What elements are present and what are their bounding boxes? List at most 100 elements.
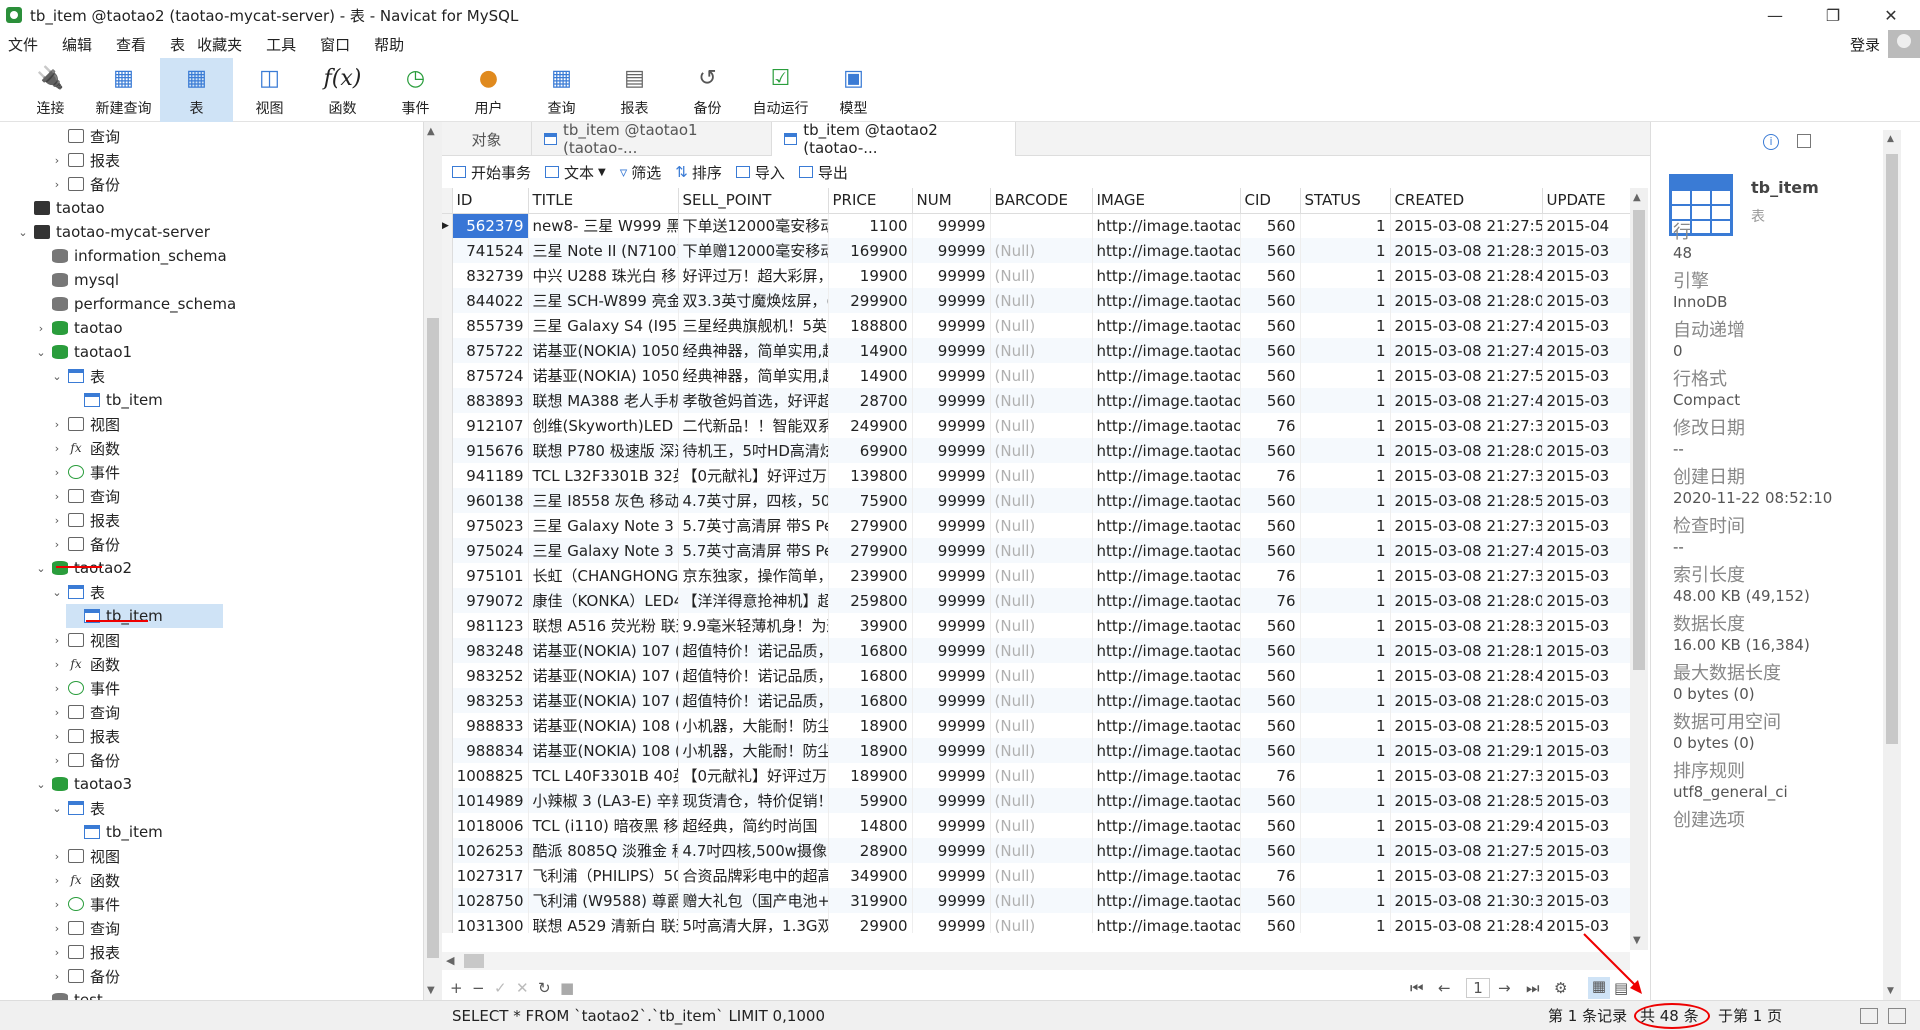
table-cell[interactable]: 16800 [828, 638, 913, 663]
table-cell[interactable]: http://image.taotao. [1092, 413, 1241, 438]
table-cell[interactable]: 飞利浦（PHILIPS）50 [528, 863, 679, 888]
table-cell[interactable]: 2015-03 [1542, 638, 1630, 663]
chevron-down-icon[interactable]: ⌄ [34, 778, 48, 791]
table-cell[interactable]: 1 [1300, 863, 1391, 888]
table-row[interactable]: 988833 诺基亚(NOKIA) 108 (I 小机器，大能耐！防尘 18900 99… [442, 713, 1630, 738]
table-cell[interactable]: 560 [1240, 388, 1301, 413]
table-cell[interactable]: http://image.taotao. [1092, 338, 1241, 363]
table-cell[interactable]: 2015-03 [1542, 238, 1630, 263]
table-cell[interactable]: 2015-03 [1542, 863, 1630, 888]
table-cell[interactable]: 99999 [912, 763, 991, 788]
page-number-input[interactable]: 1 [1466, 978, 1490, 998]
table-cell[interactable]: 1 [1300, 438, 1391, 463]
table-cell[interactable]: 5.7英寸高清屏 带S Pe [678, 513, 829, 538]
table-cell[interactable]: 小机器，大能耐！防尘 [678, 713, 829, 738]
table-cell[interactable]: 1018006 [452, 813, 529, 838]
table-cell[interactable]: 赠大礼包（国产电池+ [678, 888, 829, 913]
last-page-icon[interactable]: ⏭ [1526, 979, 1540, 997]
table-cell[interactable]: 99999 [912, 238, 991, 263]
table-cell[interactable]: 59900 [828, 788, 913, 813]
table-cell[interactable]: 2015-03 [1542, 513, 1630, 538]
table-row[interactable]: 983248 诺基亚(NOKIA) 107 (I 超值特价！诺记品质， 16800 99… [442, 638, 1630, 663]
table-cell[interactable]: 2015-03-08 21:28:30 [1390, 238, 1543, 263]
row-marker[interactable] [442, 638, 453, 663]
tree-item[interactable]: › 事件 [50, 460, 120, 484]
chevron-right-icon[interactable]: › [50, 466, 64, 479]
table-cell[interactable]: 99999 [912, 338, 991, 363]
table-cell[interactable]: 2015-03-08 21:27:35 [1390, 563, 1543, 588]
panel-scrollbar[interactable]: ▲ ▼ [1883, 130, 1901, 1000]
table-cell[interactable]: 99999 [912, 663, 991, 688]
table-cell[interactable]: 2015-03-08 21:28:44 [1390, 263, 1543, 288]
table-cell[interactable]: 1 [1300, 888, 1391, 913]
table-cell[interactable]: 2015-03-08 21:30:37 [1390, 888, 1543, 913]
row-marker[interactable] [442, 888, 453, 913]
table-cell[interactable]: 1 [1300, 788, 1391, 813]
menu-help[interactable]: 帮助 [366, 34, 416, 55]
table-cell[interactable]: http://image.taotao. [1092, 313, 1241, 338]
chevron-right-icon[interactable]: › [34, 322, 48, 335]
table-row[interactable]: 832739 中兴 U288 珠光白 移好评过万！超大彩屏， 19900 99999(… [442, 263, 1630, 288]
table-cell[interactable]: 2015-03-08 21:27:54 [1390, 213, 1543, 238]
table-cell[interactable]: 99999 [912, 888, 991, 913]
table-cell[interactable]: 99999 [912, 413, 991, 438]
table-cell[interactable]: 小机器，大能耐！防尘 [678, 738, 829, 763]
tree-item[interactable]: ⌄ taotao1 [34, 340, 132, 364]
table-cell[interactable]: 99999 [912, 388, 991, 413]
table-cell[interactable]: 560 [1240, 738, 1301, 763]
settings-gear-icon[interactable]: ⚙ [1554, 979, 1567, 997]
table-cell[interactable]: 2015-03 [1542, 413, 1630, 438]
table-cell[interactable]: 1 [1300, 588, 1391, 613]
row-marker[interactable] [442, 763, 453, 788]
table-cell[interactable]: http://image.taotao. [1092, 663, 1241, 688]
table-cell[interactable]: 2015-03 [1542, 363, 1630, 388]
column-header[interactable]: STATUS [1300, 188, 1391, 214]
table-cell[interactable]: 560 [1240, 313, 1301, 338]
row-marker[interactable] [442, 738, 453, 763]
table-cell[interactable]: http://image.taotao. [1092, 713, 1241, 738]
table-cell[interactable]: 超值特价！诺记品质， [678, 663, 829, 688]
table-cell[interactable]: 99999 [912, 588, 991, 613]
tree-item[interactable]: ⌄ 表 [50, 580, 105, 604]
row-marker[interactable] [442, 788, 453, 813]
row-marker[interactable] [442, 863, 453, 888]
table-cell[interactable]: 1 [1300, 538, 1391, 563]
column-header[interactable]: PRICE [828, 188, 913, 214]
table-cell[interactable]: 99999 [912, 613, 991, 638]
table-cell[interactable]: 【0元献礼】好评过万， [678, 763, 829, 788]
table-cell[interactable]: 4.7吋四核,500w摄像！ [678, 838, 829, 863]
table-cell[interactable]: 联想 A529 清新白 联通 [528, 913, 679, 933]
table-cell[interactable]: 319900 [828, 888, 913, 913]
table-cell[interactable]: 560 [1240, 263, 1301, 288]
login-link[interactable]: 登录 [1850, 34, 1880, 55]
table-cell[interactable]: 2015-03 [1542, 713, 1630, 738]
row-marker[interactable] [442, 688, 453, 713]
table-row[interactable]: 875724 诺基亚(NOKIA) 1050 经典神器，简单实用,超 14900 999… [442, 363, 1630, 388]
table-cell[interactable]: 560 [1240, 663, 1301, 688]
chevron-right-icon[interactable]: › [50, 178, 64, 191]
table-cell[interactable]: 16800 [828, 663, 913, 688]
toolbar-function-button[interactable]: f(x) 函数 [306, 58, 379, 122]
table-cell[interactable]: 超值特价！诺记品质， [678, 688, 829, 713]
table-cell[interactable]: 875722 [452, 338, 529, 363]
table-cell[interactable]: (Null) [990, 338, 1093, 363]
table-cell[interactable]: http://image.taotao. [1092, 688, 1241, 713]
table-cell[interactable]: 1 [1300, 488, 1391, 513]
table-cell[interactable]: 诺基亚(NOKIA) 108 (I [528, 738, 679, 763]
table-cell[interactable]: http://image.taotao. [1092, 763, 1241, 788]
chevron-right-icon[interactable]: › [50, 442, 64, 455]
chevron-right-icon[interactable]: › [50, 730, 64, 743]
table-cell[interactable]: 2015-03-08 21:27:49 [1390, 538, 1543, 563]
tree-item[interactable]: › 查询 [50, 484, 120, 508]
column-header[interactable]: NUM [912, 188, 991, 214]
table-row[interactable]: 941189 TCL L32F3301B 32英 【0元献礼】好评过万， 139800… [442, 463, 1630, 488]
table-cell[interactable]: 1 [1300, 838, 1391, 863]
toolbar-user-button[interactable]: ● 用户 [452, 58, 525, 122]
table-cell[interactable]: 560 [1240, 488, 1301, 513]
table-row[interactable]: 983252 诺基亚(NOKIA) 107 (I 超值特价！诺记品质， 16800 99… [442, 663, 1630, 688]
tree-item[interactable]: › 视图 [50, 844, 120, 868]
row-marker[interactable] [442, 588, 453, 613]
table-cell[interactable]: 【0元献礼】好评过万， [678, 463, 829, 488]
apply-icon[interactable]: ✓ [494, 979, 516, 997]
toolbar-table-button[interactable]: ▦ 表 [160, 58, 233, 122]
